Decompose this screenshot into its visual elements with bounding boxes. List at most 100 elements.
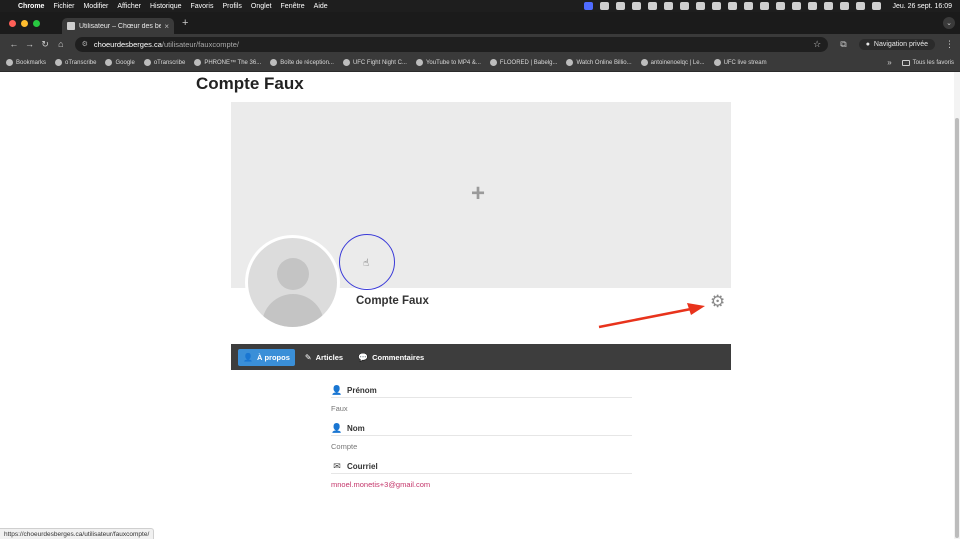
private-browsing-badge[interactable]: ● Navigation privée bbox=[858, 38, 936, 50]
more-bookmarks-button[interactable]: » bbox=[887, 58, 891, 67]
home-icon[interactable]: ⌂ bbox=[53, 39, 69, 49]
menu-historique[interactable]: Historique bbox=[150, 3, 182, 10]
new-tab-button[interactable]: + bbox=[182, 17, 188, 29]
bookmark-item[interactable]: Google bbox=[105, 59, 135, 66]
page-scrollbar[interactable] bbox=[954, 72, 960, 539]
field-label: 👤 Nom bbox=[331, 422, 632, 436]
menu-favoris[interactable]: Favoris bbox=[191, 3, 214, 10]
page-viewport: Compte Faux + ☝ Compte Faux ⚙ 👤 À propos… bbox=[0, 72, 960, 539]
screen-record-icon[interactable] bbox=[584, 2, 594, 10]
browser-tab-active[interactable]: Utilisateur – Chœur des berg × bbox=[62, 18, 174, 34]
back-arrow-icon[interactable]: ← bbox=[6, 39, 22, 49]
folder-icon bbox=[901, 59, 910, 66]
address-bar[interactable]: ⚙ choeurdesberges.ca /utilisateur/fauxco… bbox=[74, 36, 829, 52]
bluetooth-icon[interactable] bbox=[792, 2, 802, 10]
settings-gear-icon[interactable]: ⚙ bbox=[710, 293, 725, 310]
link-status-bubble: https://choeurdesberges.ca/utilisateur/f… bbox=[0, 528, 155, 539]
maximize-window-button[interactable] bbox=[33, 19, 40, 27]
volume-icon[interactable] bbox=[808, 2, 818, 10]
user-icon: 👤 bbox=[331, 423, 343, 433]
annotation-arrow bbox=[598, 303, 705, 329]
profile-avatar[interactable] bbox=[245, 235, 340, 330]
bookmark-item[interactable]: Watch Online Billio... bbox=[566, 59, 632, 66]
user-icon: 👤 bbox=[331, 385, 343, 395]
url-host: choeurdesberges.ca bbox=[93, 39, 162, 49]
tab-search-button[interactable]: ⌄ bbox=[943, 17, 955, 29]
tab-articles[interactable]: ✎ Articles bbox=[300, 349, 348, 366]
private-label: Navigation privée bbox=[873, 40, 929, 48]
bookmark-item[interactable]: FLOORED | Babelg... bbox=[489, 59, 557, 66]
tray-app-icon[interactable] bbox=[664, 2, 674, 10]
site-icon bbox=[415, 59, 423, 66]
page-title: Compte Faux bbox=[196, 74, 304, 93]
reload-icon[interactable]: ↻ bbox=[37, 39, 53, 50]
control-center-icon[interactable] bbox=[856, 2, 866, 10]
tray-app-icon[interactable] bbox=[680, 2, 690, 10]
tray-app-icon[interactable] bbox=[696, 2, 706, 10]
tray-app-icon[interactable] bbox=[760, 2, 770, 10]
all-bookmarks-button[interactable]: Tous les favoris bbox=[901, 59, 954, 66]
field-nom: 👤 Nom Compte bbox=[331, 422, 632, 451]
annotation-arrow-head bbox=[687, 303, 705, 315]
bookmark-item[interactable]: oTranscribe bbox=[143, 59, 185, 66]
site-info-icon[interactable]: ⚙ bbox=[82, 40, 88, 48]
menubar-clock[interactable]: Jeu. 26 sept. 16:09 bbox=[892, 3, 952, 10]
tray-app-icon[interactable] bbox=[776, 2, 786, 10]
spotlight-icon[interactable] bbox=[872, 2, 882, 10]
minimize-window-button[interactable] bbox=[21, 19, 28, 27]
pencil-icon: ✎ bbox=[304, 352, 312, 362]
status-tray: Jeu. 26 sept. 16:09 bbox=[584, 2, 952, 10]
tray-app-icon[interactable] bbox=[712, 2, 722, 10]
annotation-arrow-shaft bbox=[598, 307, 692, 329]
tray-app-icon[interactable] bbox=[744, 2, 754, 10]
menu-app[interactable]: Chrome bbox=[18, 3, 44, 10]
close-tab-icon[interactable]: × bbox=[164, 22, 169, 31]
window-controls bbox=[9, 19, 40, 27]
battery-icon[interactable] bbox=[824, 2, 834, 10]
scrollbar-thumb[interactable] bbox=[955, 118, 959, 538]
menu-onglet[interactable]: Onglet bbox=[251, 3, 272, 10]
forward-arrow-icon[interactable]: → bbox=[22, 39, 38, 49]
tray-app-icon[interactable] bbox=[728, 2, 738, 10]
field-courriel: ✉ Courriel mnoel.monetis+3@gmail.com bbox=[331, 460, 632, 489]
extensions-icon[interactable]: ⧉ bbox=[840, 39, 846, 50]
bookmark-item[interactable]: UFC Fight Night C... bbox=[342, 59, 407, 66]
menu-fenetre[interactable]: Fenêtre bbox=[281, 3, 305, 10]
globe-icon bbox=[143, 59, 151, 66]
tray-app-icon[interactable] bbox=[616, 2, 626, 10]
wifi-icon[interactable] bbox=[840, 2, 850, 10]
tray-app-icon[interactable] bbox=[632, 2, 642, 10]
url-path: /utilisateur/fauxcompte/ bbox=[161, 39, 239, 49]
menu-fichier[interactable]: Fichier bbox=[53, 3, 74, 10]
tray-app-icon[interactable] bbox=[648, 2, 658, 10]
tab-commentaires[interactable]: 💬 Commentaires bbox=[353, 349, 429, 366]
bookmark-item[interactable]: PHRONE™ The 36... bbox=[194, 59, 261, 66]
hand-cursor-icon: ☝ bbox=[363, 258, 370, 269]
macos-menubar: Chrome Fichier Modifier Afficher Histori… bbox=[0, 0, 960, 12]
tray-app-icon[interactable] bbox=[600, 2, 610, 10]
menu-profils[interactable]: Profils bbox=[222, 3, 241, 10]
avatar-placeholder-head bbox=[277, 258, 309, 290]
browser-tabstrip: Utilisateur – Chœur des berg × + ⌄ bbox=[0, 12, 960, 34]
bookmark-star-icon[interactable]: ☆ bbox=[813, 39, 821, 50]
bookmark-item[interactable]: Bookmarks bbox=[6, 59, 46, 66]
close-window-button[interactable] bbox=[9, 19, 16, 27]
comment-icon: 💬 bbox=[358, 352, 369, 362]
gmail-icon bbox=[270, 59, 278, 66]
bookmark-item[interactable]: YouTube to MP4 &... bbox=[415, 59, 481, 66]
menu-afficher[interactable]: Afficher bbox=[117, 3, 141, 10]
bookmark-item[interactable]: oTranscribe bbox=[55, 59, 96, 66]
site-icon bbox=[566, 59, 574, 66]
bookmark-item[interactable]: UFC live stream bbox=[713, 59, 767, 66]
bookmark-item[interactable]: Boîte de réception... bbox=[270, 59, 334, 66]
menu-aide[interactable]: Aide bbox=[314, 3, 328, 10]
envelope-icon: ✉ bbox=[333, 461, 341, 471]
tab-a-propos[interactable]: 👤 À propos bbox=[238, 348, 295, 366]
field-value: Faux bbox=[331, 404, 348, 413]
bookmark-item[interactable]: antoinenoelqc | Le... bbox=[640, 59, 705, 66]
add-cover-plus-icon[interactable]: + bbox=[471, 182, 485, 206]
email-link[interactable]: mnoel.monetis+3@gmail.com bbox=[331, 480, 632, 489]
menu-modifier[interactable]: Modifier bbox=[83, 3, 108, 10]
browser-menu-icon[interactable]: ⋮ bbox=[945, 39, 954, 50]
profile-name: Compte Faux bbox=[356, 295, 429, 307]
